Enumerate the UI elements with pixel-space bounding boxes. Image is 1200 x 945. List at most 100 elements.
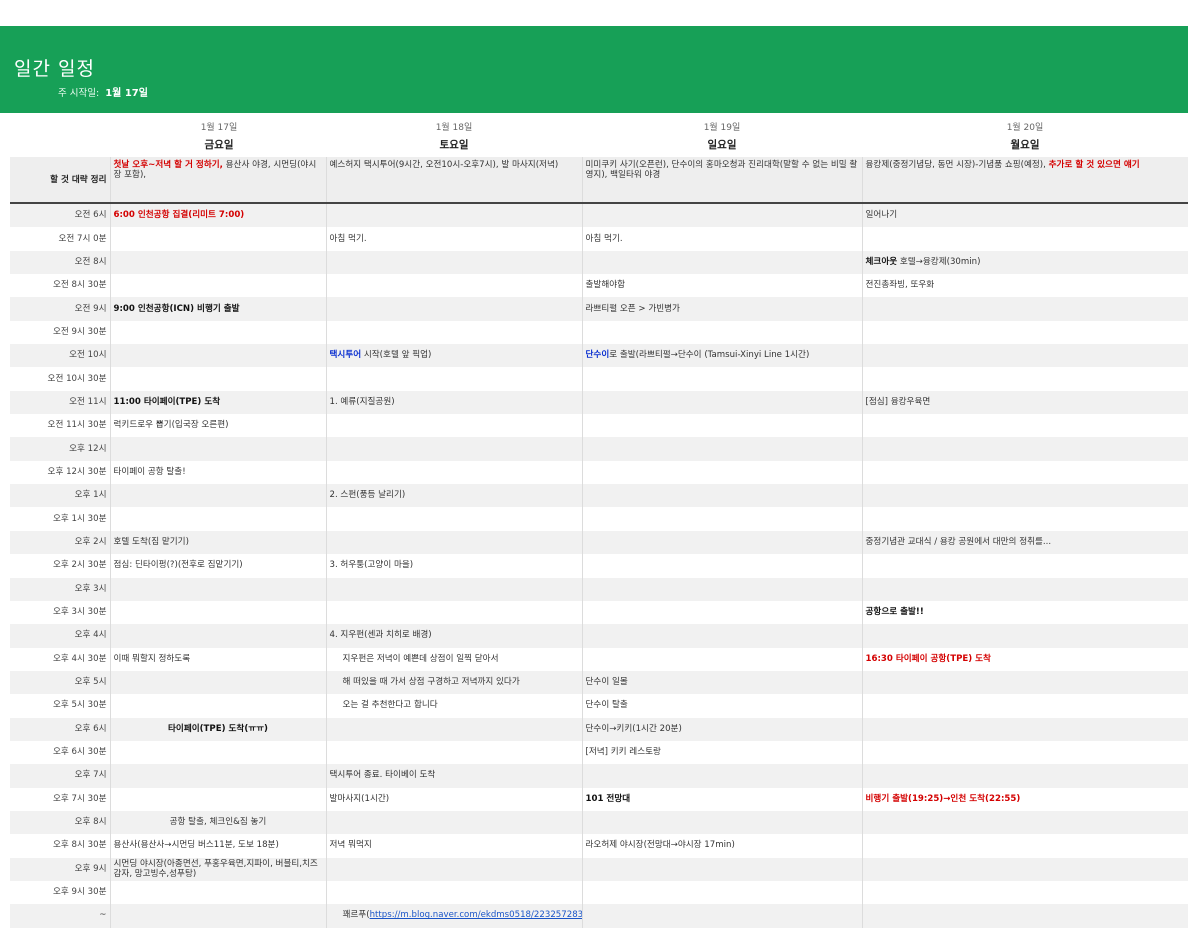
cell-sun[interactable]: 아침 먹기. bbox=[582, 227, 863, 251]
cell-mon[interactable]: 비행기 출발(19:25)→인천 도착(22:55) bbox=[862, 787, 1188, 811]
time-cell[interactable]: 오전 6시 bbox=[10, 203, 111, 228]
cell-mon[interactable] bbox=[862, 834, 1188, 858]
cell-sat[interactable] bbox=[326, 577, 583, 601]
cell-fri[interactable]: 점심: 딘타이펑(?)(전후로 짐맡기기) bbox=[110, 554, 327, 578]
cell-fri[interactable] bbox=[110, 484, 327, 508]
cell-sat[interactable]: 오는 걸 추천한다고 합니다 bbox=[326, 694, 583, 718]
cell-mon[interactable]: 일어나기 bbox=[862, 203, 1188, 228]
time-cell[interactable]: 오후 9시 30분 bbox=[10, 880, 111, 905]
time-cell[interactable]: 오후 7시 30분 bbox=[10, 787, 111, 811]
cell-sun[interactable] bbox=[582, 880, 863, 905]
cell-mon[interactable]: 16:30 타이페이 공항(TPE) 도착 bbox=[862, 647, 1188, 671]
cell-mon[interactable]: 중정기념관 교대식 / 용캉 공원에서 대만의 정취를... bbox=[862, 530, 1188, 555]
cell-sun[interactable] bbox=[582, 647, 863, 671]
cell-mon[interactable] bbox=[862, 227, 1188, 251]
cell-sun[interactable] bbox=[582, 554, 863, 578]
cell-fri[interactable] bbox=[110, 764, 327, 788]
cell-sun[interactable] bbox=[582, 810, 863, 835]
time-cell[interactable]: 오후 3시 bbox=[10, 577, 111, 601]
time-cell[interactable]: 오전 11시 bbox=[10, 390, 111, 415]
cell-fri[interactable]: 9:00 인천공항(ICN) 비행기 출발 bbox=[110, 297, 327, 321]
cell-sat[interactable] bbox=[326, 810, 583, 835]
cell-sat[interactable] bbox=[326, 250, 583, 275]
blog-link[interactable]: https://m.blog.naver.com/ekdms0518/22325… bbox=[370, 910, 581, 920]
cell-sat[interactable] bbox=[326, 530, 583, 555]
cell-fri[interactable] bbox=[110, 250, 327, 275]
cell-sun[interactable]: 단수이 일몰 bbox=[582, 670, 863, 695]
time-cell[interactable]: 오후 8시 bbox=[10, 810, 111, 835]
cell-sun[interactable]: 단수이→키키(1시간 20분) bbox=[582, 717, 863, 741]
cell-sat[interactable]: 발마사지(1시간) bbox=[326, 787, 583, 811]
cell-sat[interactable] bbox=[326, 507, 583, 531]
cell-fri[interactable] bbox=[110, 670, 327, 695]
time-cell[interactable]: 오후 6시 30분 bbox=[10, 740, 111, 765]
cell-mon[interactable] bbox=[862, 857, 1188, 881]
cell-sun[interactable] bbox=[582, 367, 863, 391]
cell-mon[interactable] bbox=[862, 694, 1188, 718]
time-cell[interactable]: 오후 2시 bbox=[10, 530, 111, 555]
time-cell[interactable]: 오전 11시 30분 bbox=[10, 414, 111, 438]
cell-mon[interactable] bbox=[862, 554, 1188, 578]
cell-sat[interactable]: 지우펀은 저녁이 예쁜데 상점이 일찍 닫아서 bbox=[326, 647, 583, 671]
cell-mon[interactable] bbox=[862, 460, 1188, 485]
time-cell[interactable]: ~ bbox=[10, 904, 111, 928]
cell-sun[interactable]: 101 전망대 bbox=[582, 787, 863, 811]
cell-sat[interactable] bbox=[326, 857, 583, 881]
summary-mon[interactable]: 융캉제(중정기념당, 동먼 시장)-기념품 쇼핑(예정), 추가로 할 것 있으… bbox=[862, 157, 1188, 204]
cell-sat[interactable]: 꽤르푸(https://m.blog.naver.com/ekdms0518/2… bbox=[326, 904, 583, 928]
cell-fri[interactable]: 시먼딩 야시장(아종면선, 푸홍우육면,지파이, 버블티,치즈감자, 망고빙수,… bbox=[110, 857, 327, 881]
cell-mon[interactable] bbox=[862, 507, 1188, 531]
cell-sun[interactable] bbox=[582, 530, 863, 555]
cell-sat[interactable] bbox=[326, 437, 583, 461]
cell-sun[interactable] bbox=[582, 460, 863, 485]
cell-sat[interactable]: 2. 스펀(풍등 날리기) bbox=[326, 484, 583, 508]
time-cell[interactable]: 오후 5시 bbox=[10, 670, 111, 695]
cell-sun[interactable]: 라오허제 야시장(전망대→야시장 17min) bbox=[582, 834, 863, 858]
cell-mon[interactable] bbox=[862, 344, 1188, 368]
summary-label[interactable]: 할 것 대략 정리 bbox=[10, 157, 111, 204]
cell-fri[interactable]: 타이페이(TPE) 도착(ㅠㅠ) bbox=[110, 717, 327, 741]
cell-mon[interactable] bbox=[862, 810, 1188, 835]
time-cell[interactable]: 오후 12시 30분 bbox=[10, 460, 111, 485]
cell-sat[interactable]: 택시투어 종료. 타이베이 도착 bbox=[326, 764, 583, 788]
cell-fri[interactable] bbox=[110, 507, 327, 531]
cell-mon[interactable] bbox=[862, 577, 1188, 601]
cell-sat[interactable] bbox=[326, 297, 583, 321]
cell-fri[interactable] bbox=[110, 344, 327, 368]
cell-mon[interactable] bbox=[862, 414, 1188, 438]
time-cell[interactable]: 오후 4시 30분 bbox=[10, 647, 111, 671]
cell-sun[interactable]: [저녁] 키키 레스토랑 bbox=[582, 740, 863, 765]
cell-sat[interactable] bbox=[326, 460, 583, 485]
cell-sat[interactable]: 아침 먹기. bbox=[326, 227, 583, 251]
cell-fri[interactable] bbox=[110, 437, 327, 461]
time-cell[interactable]: 오전 8시 30분 bbox=[10, 274, 111, 298]
cell-sun[interactable] bbox=[582, 437, 863, 461]
cell-sat[interactable] bbox=[326, 600, 583, 625]
cell-sun[interactable]: 단수이 탈출 bbox=[582, 694, 863, 718]
cell-mon[interactable] bbox=[862, 320, 1188, 345]
cell-fri[interactable]: 용산사(용산사→시먼딩 버스11분, 도보 18분) bbox=[110, 834, 327, 858]
cell-mon[interactable]: 체크아웃 호텔→융캉제(30min) bbox=[862, 250, 1188, 275]
cell-sun[interactable] bbox=[582, 320, 863, 345]
cell-sun[interactable] bbox=[582, 414, 863, 438]
cell-sat[interactable] bbox=[326, 320, 583, 345]
cell-fri[interactable] bbox=[110, 694, 327, 718]
cell-sun[interactable]: 단수이로 출발(라쁘티펄→단수이 (Tamsui-Xinyi Line 1시간) bbox=[582, 344, 863, 368]
cell-fri[interactable] bbox=[110, 577, 327, 601]
cell-sat[interactable]: 3. 허우퉁(고양이 마을) bbox=[326, 554, 583, 578]
summary-sun[interactable]: 미미쿠키 사기(오픈런), 단수이의 홍마오청과 진리대학(말할 수 없는 비밀… bbox=[582, 157, 863, 204]
cell-sat[interactable]: 택시투어 시작(호텔 앞 픽업) bbox=[326, 344, 583, 368]
cell-fri[interactable] bbox=[110, 880, 327, 905]
cell-sat[interactable]: 1. 예류(지질공원) bbox=[326, 390, 583, 415]
time-cell[interactable]: 오전 10시 bbox=[10, 344, 111, 368]
cell-sat[interactable] bbox=[326, 274, 583, 298]
time-cell[interactable]: 오후 4시 bbox=[10, 624, 111, 648]
time-cell[interactable]: 오후 1시 bbox=[10, 484, 111, 508]
cell-mon[interactable] bbox=[862, 764, 1188, 788]
cell-fri[interactable] bbox=[110, 367, 327, 391]
cell-sun[interactable]: 라쁘티펄 오픈 > 가빈병가 bbox=[582, 297, 863, 321]
time-cell[interactable]: 오후 7시 bbox=[10, 764, 111, 788]
cell-mon[interactable] bbox=[862, 717, 1188, 741]
time-cell[interactable]: 오전 7시 0분 bbox=[10, 227, 111, 251]
cell-fri[interactable]: 호텔 도착(짐 맡기기) bbox=[110, 530, 327, 555]
